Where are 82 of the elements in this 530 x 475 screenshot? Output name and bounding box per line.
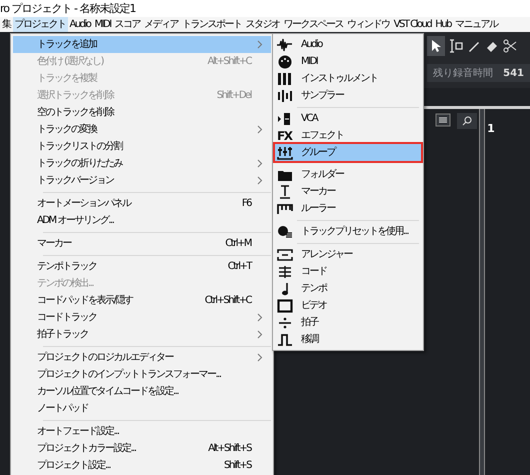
menu-item[interactable]: コードトラック [13,309,271,326]
menu-item[interactable]: テンポトラック Ctrl+T [13,258,271,275]
menu-bar-item[interactable]: スコア [112,17,142,32]
scissors-icon[interactable] [503,39,518,53]
pencil-icon[interactable] [467,39,482,53]
eraser-icon[interactable] [485,39,500,53]
menu-item[interactable]: プロジェクトのロジカルエディター [13,349,271,366]
pointer-icon [431,39,442,53]
menu-item[interactable]: マーカー Ctrl+M [13,235,271,252]
range-tool-icon[interactable] [449,39,464,53]
menu-item[interactable]: 空のトラックを削除 [13,104,271,121]
menu-bar-item[interactable]: Audio [68,17,92,32]
status-value: 541 [503,66,524,80]
menu-item[interactable]: 拍子トラック [13,326,271,343]
division-icon [277,316,293,330]
menu-bar-item[interactable]: MIDI [92,17,113,32]
submenu-item[interactable]: MIDI [275,53,421,70]
fx-icon: FX [277,130,293,142]
menu-item[interactable]: カーソル位置でタイムコードを設定... [13,383,271,400]
menu-item[interactable]: トラックの折りたたみ [13,155,271,172]
sampler-bars-icon [277,88,293,102]
midi-connector-icon [277,54,293,68]
menu-bar-item[interactable]: 集 [0,17,12,32]
menu-item[interactable]: オートメーションパネル F6 [13,195,271,212]
waveform-icon [277,38,293,52]
pointer-tool[interactable] [427,36,446,56]
menu-item[interactable]: トラックリストの分割 [13,138,271,155]
submenu-item[interactable]: グループ [275,144,421,161]
submenu-item[interactable]: 拍子 [275,314,421,331]
project-cursor[interactable] [479,109,486,475]
submenu-item[interactable]: Audio [275,36,421,53]
menu-bar-item[interactable]: マニュアル [452,17,500,32]
submenu-item[interactable]: インストゥルメント [275,70,421,87]
menu-item[interactable]: ADM オーサリング... [13,212,271,229]
menu-bar-item[interactable]: VST Cloud [392,17,434,32]
mixer-group-icon [277,146,293,160]
menu-bar-item[interactable]: プロジェクト [12,17,68,32]
arranger-icon [277,248,293,262]
submenu-item[interactable]: ルーラー [275,200,421,217]
ruler-bar-number: 1 [487,122,495,135]
submenu-item[interactable]: 移調 [275,331,421,348]
status-label: 残り録音時間 [433,66,494,80]
submenu-item[interactable]: アレンジャー [275,246,421,263]
menu-item[interactable]: プロジェクト設定... Shift+S [13,457,271,474]
chevron-right-icon [257,353,263,362]
menu-bar-item[interactable]: ウィンドウ [345,17,392,32]
menu-bar-item[interactable]: Hub [433,17,453,32]
submenu-item[interactable]: マーカー [275,183,421,200]
piano-keys-icon [277,72,293,86]
submenu-item[interactable]: VCA [275,110,421,127]
preset-icon [277,224,293,238]
submenu-item[interactable]: テンポ [275,280,421,297]
search-button[interactable] [457,113,478,129]
submenu-item[interactable]: サンプラー [275,87,421,104]
vca-fader-icon [277,112,293,126]
menu-item[interactable]: プロジェクトカラー設定... Alt+Shift+S [13,440,271,457]
submenu-item[interactable]: ビデオ [275,297,421,314]
menu-bar-item[interactable]: メディア [142,17,180,32]
menu-item[interactable]: コードパッドを表示/隠す Ctrl+Shift+C [13,292,271,309]
ruler-icon [277,202,293,216]
submenu-item[interactable]: コード [275,263,421,280]
menu-item[interactable]: オートフェード設定... [13,423,271,440]
menu-item[interactable]: プロジェクトのインプットトランスフォーマー... [13,366,271,383]
list-icon[interactable] [435,113,452,127]
submenu-item[interactable]: FX エフェクト [275,127,421,144]
search-icon [462,116,472,126]
menu-item[interactable]: ノートパッド [13,400,271,417]
marker-icon [277,184,293,198]
submenu-item[interactable]: フォルダー [275,166,421,183]
chevron-right-icon [257,40,263,49]
menu-bar-item[interactable]: ワークスペース [282,17,346,32]
menu-bar-item[interactable]: スタジオ [244,17,282,32]
menu-item[interactable]: トラックバージョン [13,172,271,189]
step-wave-icon [277,332,293,346]
chord-icon [277,264,293,278]
menu-bar-item[interactable]: トランスポート [180,17,244,32]
menu-item[interactable]: トラックを追加 [13,36,271,53]
chevron-right-icon [257,125,263,134]
submenu-item[interactable]: トラックプリセットを使用... [275,223,421,240]
menu-item[interactable]: トラックの変換 [13,121,271,138]
window-title: ro プロジェクト - 名称未設定1 [0,3,136,14]
film-frame-icon [277,298,293,312]
